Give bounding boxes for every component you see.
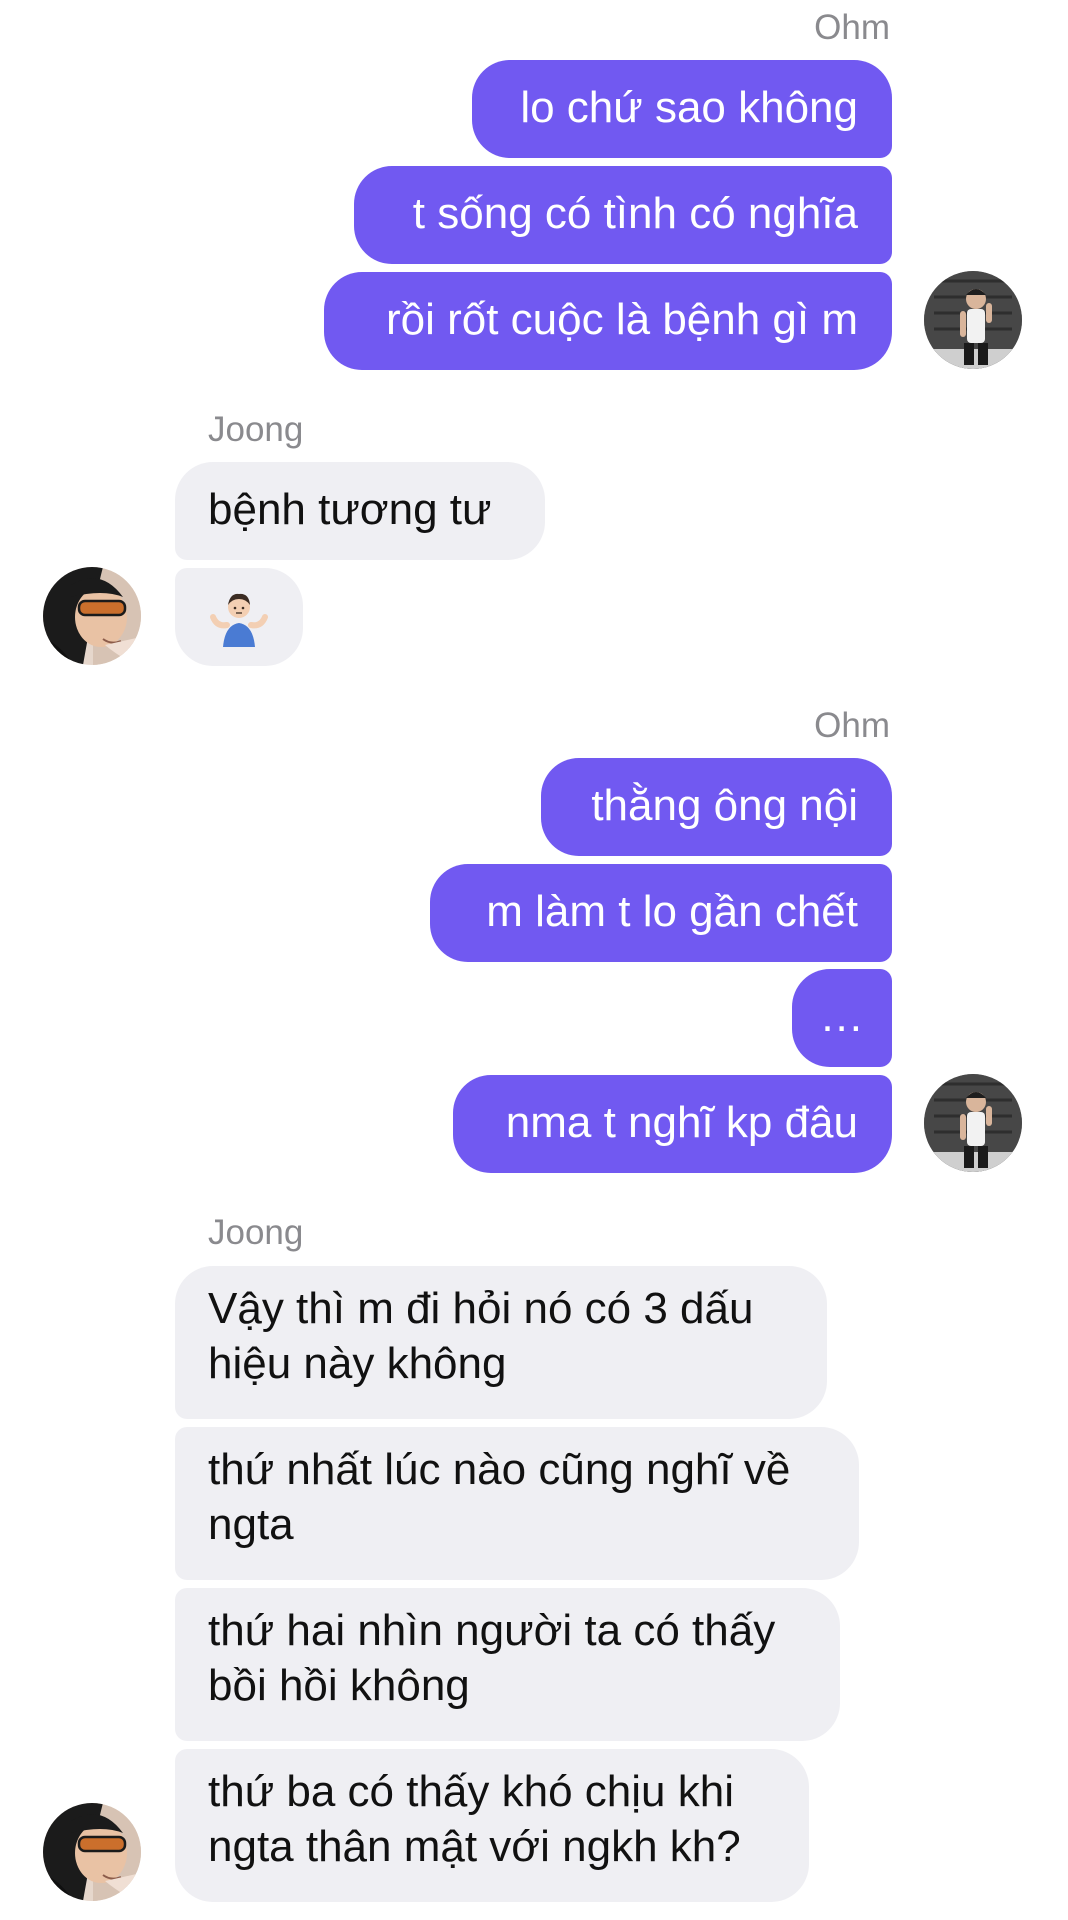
avatar-ohm[interactable]: [924, 271, 1022, 369]
message-bubble-outgoing[interactable]: t sống có tình có nghĩa: [354, 166, 892, 264]
ellipsis-text: ...: [821, 992, 864, 1041]
message-bubble-incoming[interactable]: thứ ba có thấy khó chịu khi ngta thân mậ…: [175, 1749, 809, 1902]
sender-name-ohm: Ohm: [814, 706, 890, 745]
avatar-photo-icon: [43, 1803, 141, 1901]
man-shrugging-emoji-icon: [210, 593, 268, 647]
message-bubble-outgoing[interactable]: lo chứ sao không: [472, 60, 892, 158]
sender-name-joong: Joong: [208, 410, 304, 449]
message-bubble-incoming-emoji[interactable]: [175, 568, 303, 666]
message-bubble-outgoing[interactable]: rồi rốt cuộc là bệnh gì m: [324, 272, 892, 370]
avatar-photo-icon: [924, 1074, 1022, 1172]
message-bubble-incoming[interactable]: thứ hai nhìn người ta có thấy bồi hồi kh…: [175, 1588, 840, 1741]
message-bubble-incoming[interactable]: bệnh tương tư: [175, 462, 545, 560]
avatar-photo-icon: [43, 567, 141, 665]
message-bubble-outgoing[interactable]: ...: [792, 969, 892, 1067]
avatar-photo-icon: [924, 271, 1022, 369]
message-bubble-incoming[interactable]: Vậy thì m đi hỏi nó có 3 dấu hiệu này kh…: [175, 1266, 827, 1419]
message-bubble-incoming[interactable]: thứ nhất lúc nào cũng nghĩ về ngta: [175, 1427, 859, 1580]
message-bubble-outgoing[interactable]: nma t nghĩ kp đâu: [453, 1075, 892, 1173]
avatar-joong[interactable]: [43, 1803, 141, 1901]
message-bubble-outgoing[interactable]: thằng ông nội: [541, 758, 892, 856]
sender-name-ohm: Ohm: [814, 8, 890, 47]
sender-name-joong: Joong: [208, 1213, 304, 1252]
message-bubble-outgoing[interactable]: m làm t lo gần chết: [430, 864, 892, 962]
avatar-joong[interactable]: [43, 567, 141, 665]
avatar-ohm[interactable]: [924, 1074, 1022, 1172]
